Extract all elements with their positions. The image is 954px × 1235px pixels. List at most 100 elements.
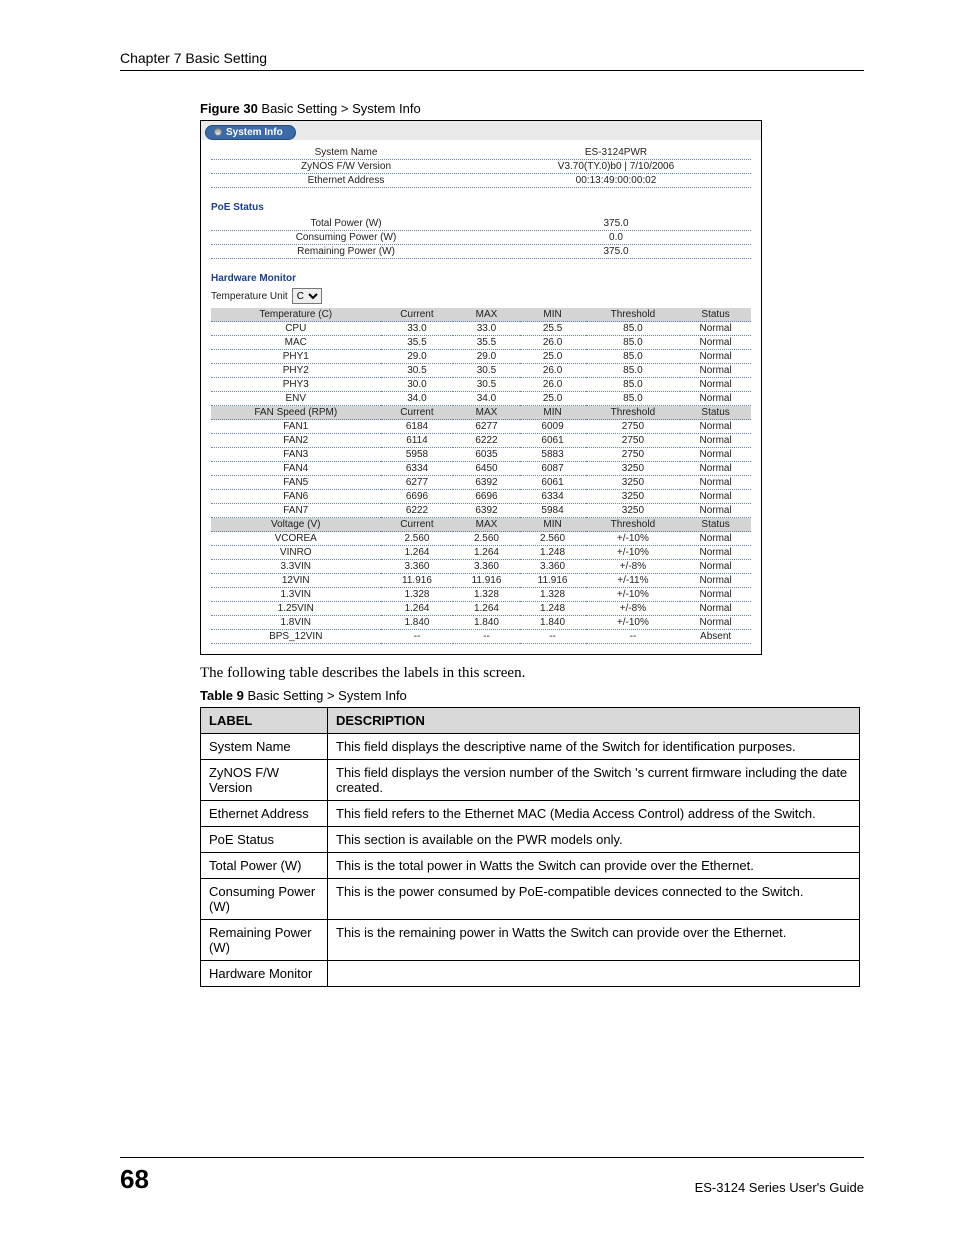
table-row: VINRO1.2641.2641.248+/-10%Normal xyxy=(211,546,751,560)
hw-header-cell: FAN Speed (RPM) xyxy=(211,406,381,420)
hw-cell: 85.0 xyxy=(586,364,681,378)
system-info-screenshot: System Info System NameES-3124PWRZyNOS F… xyxy=(200,120,762,655)
hw-cell: FAN1 xyxy=(211,420,381,434)
hw-header-cell: MAX xyxy=(453,308,519,322)
hw-cell: Normal xyxy=(680,532,751,546)
hw-cell: 29.0 xyxy=(381,350,454,364)
hw-cell: -- xyxy=(453,630,519,644)
desc-value-cell: This is the power consumed by PoE-compat… xyxy=(328,879,860,920)
table-row: PHY330.030.526.085.0Normal xyxy=(211,378,751,392)
desc-label-cell: Total Power (W) xyxy=(201,853,328,879)
hw-cell: -- xyxy=(520,630,586,644)
table-row: FAN26114622260612750Normal xyxy=(211,434,751,448)
hw-cell: Normal xyxy=(680,602,751,616)
desc-label-cell: System Name xyxy=(201,734,328,760)
hw-cell: 6035 xyxy=(453,448,519,462)
hw-cell: 6222 xyxy=(381,504,454,518)
hw-header-cell: Status xyxy=(680,518,751,532)
table-number: Table 9 xyxy=(200,688,244,703)
hw-cell: 6061 xyxy=(520,476,586,490)
hw-header-cell: Voltage (V) xyxy=(211,518,381,532)
hw-cell: 3250 xyxy=(586,490,681,504)
info-label: ZyNOS F/W Version xyxy=(211,160,481,173)
hw-cell: 1.264 xyxy=(381,602,454,616)
hardware-monitor-table: Temperature (C)CurrentMAXMINThresholdSta… xyxy=(211,308,751,644)
hw-cell: 85.0 xyxy=(586,322,681,336)
hw-cell: 1.328 xyxy=(381,588,454,602)
temp-unit-select[interactable]: C xyxy=(292,288,322,304)
hw-cell: 1.264 xyxy=(381,546,454,560)
table-row: FAN56277639260613250Normal xyxy=(211,476,751,490)
table-row: System NameThis field displays the descr… xyxy=(201,734,860,760)
desc-label-cell: Consuming Power (W) xyxy=(201,879,328,920)
hw-cell: 2.560 xyxy=(453,532,519,546)
hw-header-cell: Temperature (C) xyxy=(211,308,381,322)
hw-cell: 1.248 xyxy=(520,546,586,560)
poe-label: Remaining Power (W) xyxy=(211,245,481,258)
info-label: Ethernet Address xyxy=(211,174,481,187)
hw-header-cell: Threshold xyxy=(586,518,681,532)
hw-cell: +/-11% xyxy=(586,574,681,588)
desc-label-cell: PoE Status xyxy=(201,827,328,853)
table-row: FAN35958603558832750Normal xyxy=(211,448,751,462)
hw-cell: 6696 xyxy=(453,490,519,504)
hw-cell: 6009 xyxy=(520,420,586,434)
hw-header-cell: Status xyxy=(680,406,751,420)
table-row: FAN76222639259843250Normal xyxy=(211,504,751,518)
desc-value-cell: This field refers to the Ethernet MAC (M… xyxy=(328,801,860,827)
hw-cell: 6114 xyxy=(381,434,454,448)
desc-header-cell: DESCRIPTION xyxy=(328,708,860,734)
hw-cell: 11.916 xyxy=(520,574,586,588)
table-row: ZyNOS F/W VersionThis field displays the… xyxy=(201,760,860,801)
hw-cell: 1.328 xyxy=(453,588,519,602)
hw-cell: +/-8% xyxy=(586,560,681,574)
hw-cell: 30.5 xyxy=(381,364,454,378)
poe-status-title: PoE Status xyxy=(211,202,751,213)
info-label: System Name xyxy=(211,146,481,159)
description-table: LABELDESCRIPTIONSystem NameThis field di… xyxy=(200,707,860,987)
desc-label-cell: Hardware Monitor xyxy=(201,961,328,987)
poe-value: 375.0 xyxy=(481,245,751,258)
figure-text: Basic Setting > System Info xyxy=(258,101,421,116)
table-row: PoE StatusThis section is available on t… xyxy=(201,827,860,853)
hw-cell: 3.360 xyxy=(453,560,519,574)
hw-cell: 30.0 xyxy=(381,378,454,392)
hw-cell: 2750 xyxy=(586,434,681,448)
hw-cell: FAN6 xyxy=(211,490,381,504)
hw-cell: +/-10% xyxy=(586,532,681,546)
hw-cell: +/-10% xyxy=(586,546,681,560)
system-info-tab[interactable]: System Info xyxy=(205,125,296,140)
hw-cell: Normal xyxy=(680,336,751,350)
hw-header-cell: MAX xyxy=(453,518,519,532)
hw-cell: 6450 xyxy=(453,462,519,476)
hw-cell: 85.0 xyxy=(586,392,681,406)
hw-cell: Normal xyxy=(680,546,751,560)
hw-cell: VCOREA xyxy=(211,532,381,546)
hw-cell: 6222 xyxy=(453,434,519,448)
hw-cell: 3.360 xyxy=(381,560,454,574)
hw-cell: 6334 xyxy=(381,462,454,476)
hw-cell: 5958 xyxy=(381,448,454,462)
hw-cell: 1.840 xyxy=(520,616,586,630)
info-row: Ethernet Address00:13:49:00:00:02 xyxy=(211,174,751,188)
hw-cell: 11.916 xyxy=(381,574,454,588)
desc-label-cell: ZyNOS F/W Version xyxy=(201,760,328,801)
table-row: PHY129.029.025.085.0Normal xyxy=(211,350,751,364)
hw-cell: Normal xyxy=(680,574,751,588)
hw-cell: Normal xyxy=(680,420,751,434)
figure-caption: Figure 30 Basic Setting > System Info xyxy=(200,101,864,116)
desc-label-cell: Ethernet Address xyxy=(201,801,328,827)
table-row: 12VIN11.91611.91611.916+/-11%Normal xyxy=(211,574,751,588)
hw-cell: 2.560 xyxy=(520,532,586,546)
hw-header-cell: Threshold xyxy=(586,308,681,322)
hw-cell: 35.5 xyxy=(453,336,519,350)
hw-cell: 34.0 xyxy=(381,392,454,406)
hw-cell: 1.3VIN xyxy=(211,588,381,602)
hw-cell: 5984 xyxy=(520,504,586,518)
hw-header-cell: Current xyxy=(381,406,454,420)
hw-cell: VINRO xyxy=(211,546,381,560)
hw-cell: -- xyxy=(586,630,681,644)
hw-cell: Normal xyxy=(680,490,751,504)
hw-cell: FAN7 xyxy=(211,504,381,518)
table-row: CPU33.033.025.585.0Normal xyxy=(211,322,751,336)
